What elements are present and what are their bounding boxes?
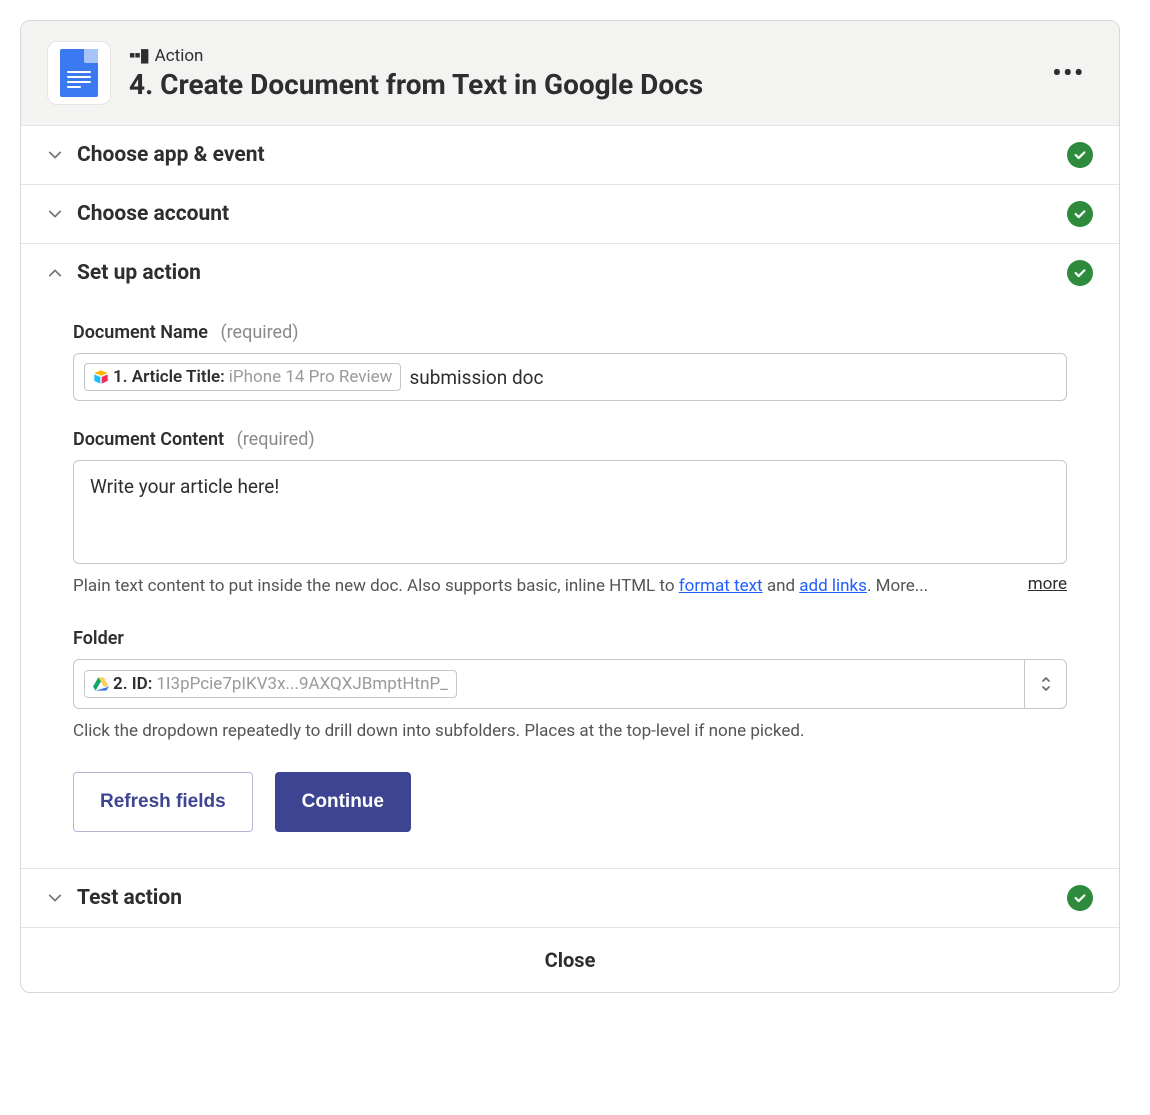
section-header-choose-app-event[interactable]: Choose app & event <box>21 126 1119 184</box>
section-test-action: Test action <box>21 869 1119 928</box>
more-link[interactable]: more <box>1028 574 1067 594</box>
help-text: Click the dropdown repeatedly to drill d… <box>73 719 1067 745</box>
field-document-content: Document Content (required) Write your a… <box>73 429 1067 600</box>
input-suffix-text: submission doc <box>409 366 543 389</box>
status-complete-icon <box>1067 142 1093 168</box>
help-row: Plain text content to put inside the new… <box>73 574 1067 600</box>
continue-button[interactable]: Continue <box>275 772 411 832</box>
header-text: ▪▪▮ Action 4. Create Document from Text … <box>129 45 1026 101</box>
field-label: Document Name (required) <box>73 322 1067 343</box>
status-complete-icon <box>1067 201 1093 227</box>
section-title: Test action <box>77 886 1053 910</box>
header-label: ▪▪▮ Action <box>129 45 1026 66</box>
app-icon-container <box>47 41 111 105</box>
section-body-set-up-action: Document Name (required) 1. Article Titl… <box>21 302 1119 868</box>
field-folder: Folder 2. ID: <box>73 628 1067 745</box>
chevron-up-icon <box>47 265 63 281</box>
google-drive-icon <box>93 676 109 692</box>
chevron-down-icon <box>47 890 63 906</box>
label-text: Folder <box>73 628 124 649</box>
action-panel: ▪▪▮ Action 4. Create Document from Text … <box>20 20 1120 993</box>
textarea-value: Write your article here! <box>90 475 279 498</box>
pill-value: 1I3pPcie7pIKV3x...9AXQXJBmptHtnP_ <box>156 674 448 694</box>
google-docs-icon <box>60 49 98 97</box>
pill-source: 2. ID: <box>113 674 152 694</box>
field-document-name: Document Name (required) 1. Article Titl… <box>73 322 1067 401</box>
section-title: Choose app & event <box>77 143 1053 167</box>
airtable-icon <box>93 369 109 385</box>
section-title: Choose account <box>77 202 1053 226</box>
label-text: Document Name <box>73 322 208 343</box>
label-text: Document Content <box>73 429 224 450</box>
status-complete-icon <box>1067 885 1093 911</box>
more-menu-button[interactable]: ••• <box>1044 55 1093 91</box>
folder-select[interactable]: 2. ID: 1I3pPcie7pIKV3x...9AXQXJBmptHtnP_ <box>73 659 1067 709</box>
add-links-link[interactable]: add links <box>799 576 867 596</box>
field-label: Document Content (required) <box>73 429 1067 450</box>
dropdown-caret-button[interactable] <box>1024 660 1066 708</box>
chevron-down-icon <box>47 206 63 222</box>
mapped-field-pill[interactable]: 1. Article Title: iPhone 14 Pro Review <box>84 363 401 391</box>
refresh-fields-button[interactable]: Refresh fields <box>73 772 253 832</box>
help-text: Plain text content to put inside the new… <box>73 574 1012 600</box>
field-label: Folder <box>73 628 1067 649</box>
section-set-up-action: Set up action Document Name (required) <box>21 244 1119 869</box>
section-title: Set up action <box>77 261 1053 285</box>
pill-value: iPhone 14 Pro Review <box>229 367 393 387</box>
mapped-field-pill[interactable]: 2. ID: 1I3pPcie7pIKV3x...9AXQXJBmptHtnP_ <box>84 670 457 698</box>
document-content-input[interactable]: Write your article here! <box>73 460 1067 564</box>
chevron-down-icon <box>47 147 63 163</box>
section-choose-account: Choose account <box>21 185 1119 244</box>
required-indicator: (required) <box>220 322 298 343</box>
format-text-link[interactable]: format text <box>679 576 763 596</box>
header-label-text: Action <box>155 46 204 66</box>
header-title: 4. Create Document from Text in Google D… <box>129 68 1026 101</box>
required-indicator: (required) <box>237 429 315 450</box>
section-header-set-up-action[interactable]: Set up action <box>21 244 1119 302</box>
status-complete-icon <box>1067 260 1093 286</box>
panel-header: ▪▪▮ Action 4. Create Document from Text … <box>21 21 1119 126</box>
section-header-choose-account[interactable]: Choose account <box>21 185 1119 243</box>
folder-select-body[interactable]: 2. ID: 1I3pPcie7pIKV3x...9AXQXJBmptHtnP_ <box>74 660 1024 708</box>
button-row: Refresh fields Continue <box>73 772 1067 832</box>
section-header-test-action[interactable]: Test action <box>21 869 1119 927</box>
pill-source: 1. Article Title: <box>113 367 225 387</box>
section-choose-app-event: Choose app & event <box>21 126 1119 185</box>
close-button[interactable]: Close <box>21 928 1119 992</box>
document-name-input[interactable]: 1. Article Title: iPhone 14 Pro Review s… <box>73 353 1067 401</box>
action-step-icon: ▪▪▮ <box>129 45 149 66</box>
